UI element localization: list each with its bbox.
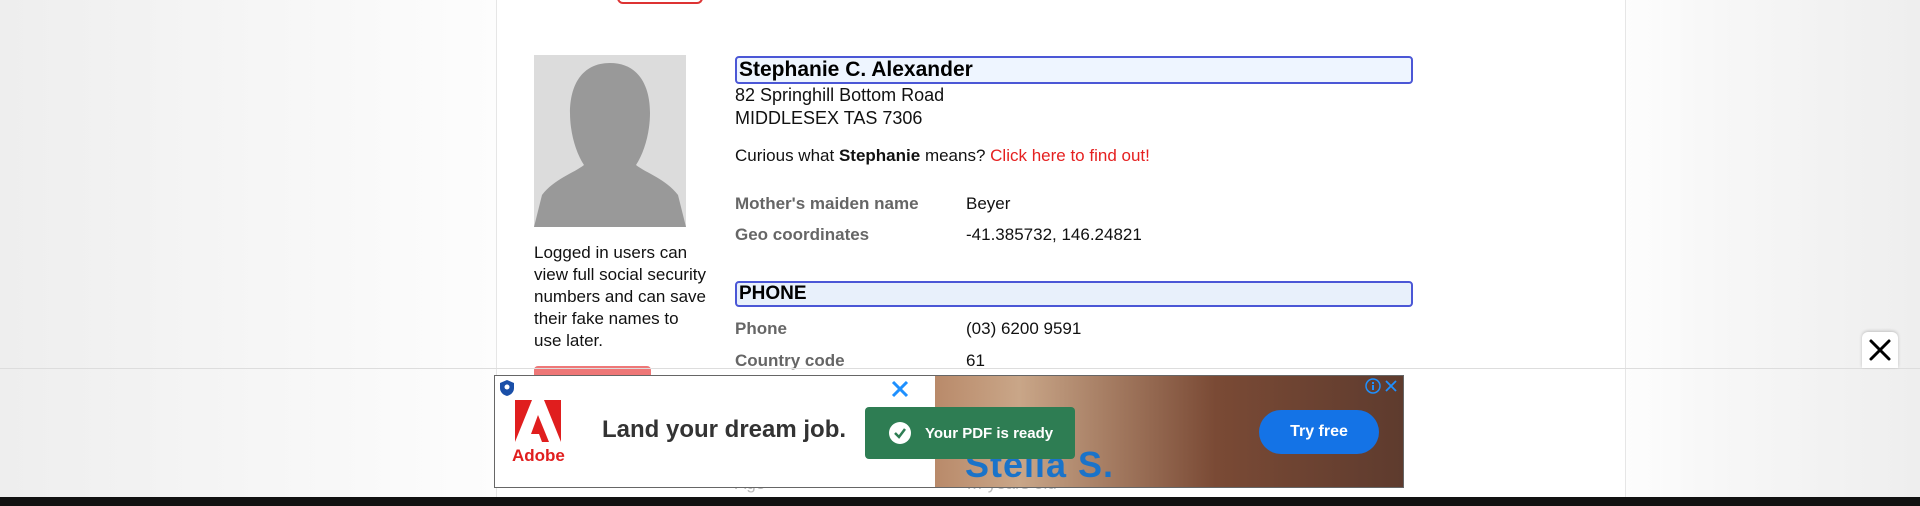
geo-coordinates-link[interactable]: -41.385732, 146.24821 <box>966 224 1142 246</box>
geo-label: Geo coordinates <box>735 225 870 244</box>
ad-overlay-divider <box>0 368 1920 369</box>
address-line-2: MIDDLESEX TAS 7306 <box>735 108 923 128</box>
check-icon <box>889 422 911 444</box>
person-silhouette-icon <box>534 55 686 227</box>
close-x-icon[interactable] <box>889 378 911 400</box>
login-note: Logged in users can view full social sec… <box>534 243 706 350</box>
ad-close-icon[interactable] <box>1383 378 1399 394</box>
name-meaning-link[interactable]: Click here to find out! <box>990 146 1150 165</box>
phone-value: (03) 6200 9591 <box>966 319 1082 338</box>
adobe-brand: Adobe <box>512 446 565 465</box>
adobe-logo-icon <box>515 400 561 442</box>
phone-label: Phone <box>735 319 787 338</box>
info-icon[interactable] <box>1365 378 1381 394</box>
close-icon <box>1869 339 1891 361</box>
curious-suffix: means? <box>924 146 986 165</box>
try-free-button[interactable]: Try free <box>1259 410 1379 454</box>
person-name: Stephanie C. Alexander <box>735 56 1413 84</box>
close-ad-button[interactable] <box>1862 332 1898 368</box>
top-button-edge[interactable] <box>617 0 703 4</box>
advertisement-banner[interactable]: Adobe Land your dream job. Stella S. You… <box>494 375 1404 488</box>
maiden-name-label: Mother's maiden name <box>735 194 919 213</box>
pdf-ready-toast: Your PDF is ready <box>865 407 1075 459</box>
name-meaning-line: Curious what Stephanie means? Click here… <box>735 145 1150 167</box>
avatar <box>534 55 686 227</box>
phone-section-header: PHONE <box>735 281 1413 307</box>
shield-icon <box>500 380 514 396</box>
bottom-bar <box>0 497 1920 506</box>
curious-prefix: Curious what <box>735 146 835 165</box>
address-line-1: 82 Springhill Bottom Road <box>735 85 945 105</box>
toast-text: Your PDF is ready <box>925 424 1054 442</box>
ad-headline: Land your dream job. <box>602 416 847 443</box>
first-name: Stephanie <box>838 146 921 165</box>
adchoices[interactable] <box>1365 377 1401 395</box>
maiden-name-value: Beyer <box>966 194 1011 213</box>
